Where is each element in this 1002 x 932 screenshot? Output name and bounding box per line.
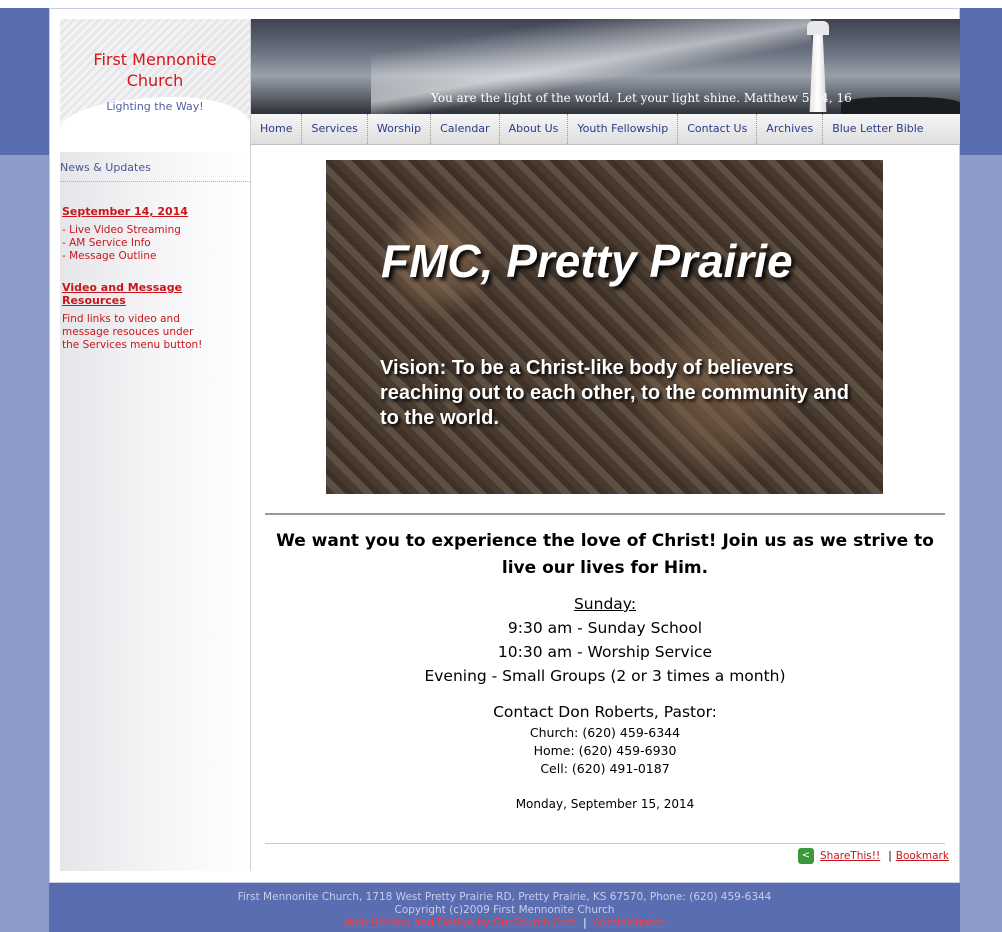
hero-vision: Vision: To be a Christ-like body of beli… xyxy=(380,357,849,429)
contact-heading: Contact Don Roberts, Pastor: xyxy=(493,703,717,721)
footer-address: First Mennonite Church, 1718 West Pretty… xyxy=(237,891,772,903)
header-banner: You are the light of the world. Let your… xyxy=(251,19,960,114)
welcome-message: We want you to experience the love of Ch… xyxy=(276,531,934,578)
hero-title: FMC, Pretty Prairie xyxy=(381,235,793,287)
video-resources-link[interactable]: Video and Message Resources xyxy=(62,281,212,307)
page-container: First Mennonite Church Lighting the Way!… xyxy=(49,8,960,883)
hero-shade xyxy=(326,160,883,494)
site-tagline: Lighting the Way! xyxy=(106,100,204,113)
footer-copyright: Copyright (c)2009 First Mennonite Church xyxy=(394,904,615,916)
sidebar: First Mennonite Church Lighting the Way!… xyxy=(60,19,251,871)
share-separator: | xyxy=(888,850,892,862)
service-sunday-school: 9:30 am - Sunday School xyxy=(507,619,703,637)
footer-links: Web Hosting and Design by OurChurch.Com … xyxy=(49,917,960,929)
video-resources-desc: Find links to video and message resouces… xyxy=(62,313,203,351)
header-quote: You are the light of the world. Let your… xyxy=(431,91,852,105)
phone-church: Church: (620) 459-6344 xyxy=(529,725,681,740)
nav-calendar[interactable]: Calendar xyxy=(431,114,500,144)
phone-home: Home: (620) 459-6930 xyxy=(533,743,677,758)
nav-archives[interactable]: Archives xyxy=(757,114,824,144)
service-small-groups: Evening - Small Groups (2 or 3 times a m… xyxy=(424,667,786,685)
nav-contact-us[interactable]: Contact Us xyxy=(678,114,758,144)
site-name: First Mennonite Church xyxy=(60,49,250,91)
footer-admin-link[interactable]: Administrator xyxy=(593,917,665,929)
divider-top xyxy=(265,513,945,515)
share-icon[interactable]: < xyxy=(798,848,814,864)
news-heading-label: News & Updates xyxy=(60,161,151,174)
current-date: Monday, September 15, 2014 xyxy=(515,797,695,811)
main-nav: Home Services Worship Calendar About Us … xyxy=(251,114,960,145)
news-heading: News & Updates xyxy=(60,155,250,182)
news-date-link[interactable]: September 14, 2014 xyxy=(62,205,188,218)
footer: First Mennonite Church, 1718 West Pretty… xyxy=(49,883,960,932)
footer-separator: | xyxy=(583,917,587,929)
site-name-line2: Church xyxy=(126,71,184,90)
share-bar: < ShareThis!! | Bookmark xyxy=(798,848,949,864)
news-link-am-service[interactable]: - AM Service Info xyxy=(62,237,181,250)
nav-home[interactable]: Home xyxy=(251,114,303,144)
service-worship: 10:30 am - Worship Service xyxy=(497,643,713,661)
lighthouse-lantern xyxy=(807,21,829,35)
nav-youth-fellowship[interactable]: Youth Fellowship xyxy=(568,114,679,144)
footer-hosting-link[interactable]: Web Hosting and Design by OurChurch.Com xyxy=(344,917,576,929)
news-links: - Live Video Streaming - AM Service Info… xyxy=(62,224,181,263)
news-link-message-outline[interactable]: - Message Outline xyxy=(62,250,181,263)
bookmark-link[interactable]: Bookmark xyxy=(896,850,949,862)
share-this-link[interactable]: ShareThis!! xyxy=(820,850,880,862)
news-link-video-streaming[interactable]: - Live Video Streaming xyxy=(62,224,181,237)
background-top-strip xyxy=(0,0,1002,8)
nav-worship[interactable]: Worship xyxy=(368,114,432,144)
site-name-line1: First Mennonite xyxy=(93,50,217,69)
hero-image: FMC, Pretty Prairie Vision: To be a Chri… xyxy=(326,160,883,494)
tree-silhouette xyxy=(841,97,960,114)
nav-about-us[interactable]: About Us xyxy=(500,114,569,144)
phone-cell: Cell: (620) 491-0187 xyxy=(540,761,670,776)
logo[interactable]: First Mennonite Church Lighting the Way! xyxy=(60,19,250,152)
sunday-label: Sunday: xyxy=(573,595,637,613)
nav-services[interactable]: Services xyxy=(302,114,368,144)
nav-blue-letter-bible[interactable]: Blue Letter Bible xyxy=(823,114,932,144)
divider-bottom xyxy=(265,843,945,844)
